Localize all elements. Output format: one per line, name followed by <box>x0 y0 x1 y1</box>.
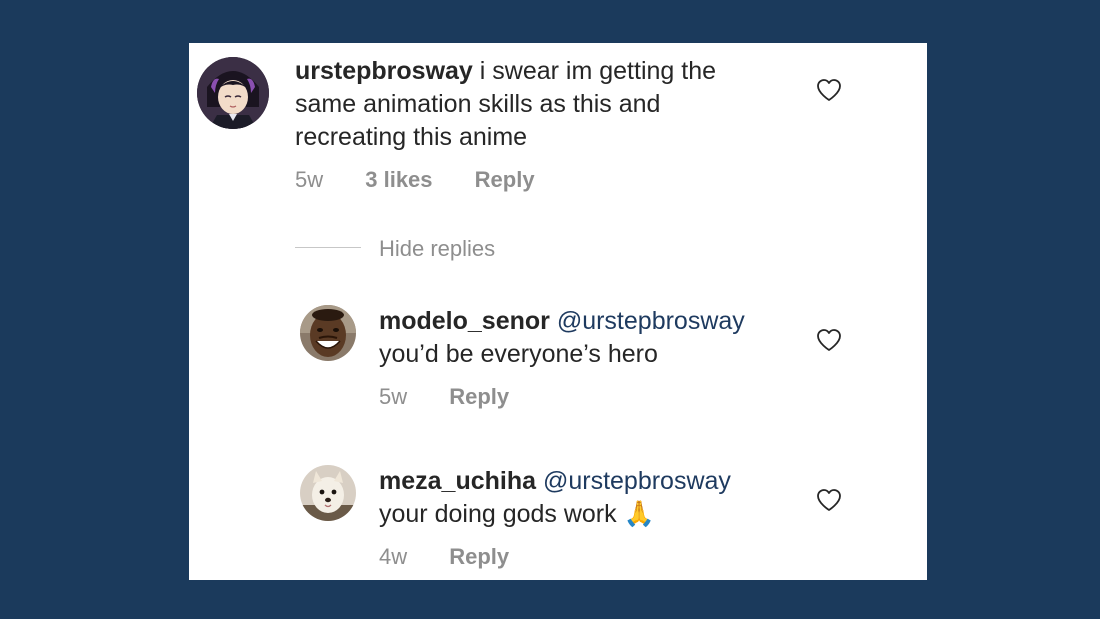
replies-divider <box>295 247 361 248</box>
reply-mention[interactable]: @urstepbrosway <box>543 467 731 495</box>
reply-age: 5w <box>379 384 408 409</box>
comment-age: 5w <box>295 167 324 192</box>
avatar-urstepbrosway[interactable] <box>197 57 269 129</box>
hide-replies-button[interactable]: Hide replies <box>379 236 495 262</box>
heart-icon[interactable] <box>816 488 842 512</box>
reply-text: you’d be everyone’s hero <box>379 340 658 368</box>
comments-panel: urstepbrosway i swear im getting the sam… <box>189 43 927 580</box>
avatar-meza-uchiha[interactable] <box>300 465 356 521</box>
reply-meta: 5w Reply <box>379 384 509 410</box>
heart-icon[interactable] <box>816 78 842 102</box>
reply-button[interactable]: Reply <box>449 544 509 570</box>
avatar-modelo-senor[interactable] <box>300 305 356 361</box>
folded-hands-emoji: 🙏 <box>623 500 655 528</box>
reply-button[interactable]: Reply <box>449 384 509 410</box>
reply-button[interactable]: Reply <box>475 167 535 193</box>
comment-meta: 5w 3 likes Reply <box>295 167 535 193</box>
reply-mention[interactable]: @urstepbrosway <box>557 307 745 335</box>
likes-count[interactable]: 3 likes <box>365 167 432 193</box>
comment-body: urstepbrosway i swear im getting the sam… <box>295 55 765 154</box>
heart-icon[interactable] <box>816 328 842 352</box>
reply-username[interactable]: meza_uchiha <box>379 467 536 495</box>
reply-body: meza_uchiha @urstepbrosway your doing go… <box>379 465 799 531</box>
reply-meta: 4w Reply <box>379 544 509 570</box>
reply-age: 4w <box>379 544 408 569</box>
reply-body: modelo_senor @urstepbrosway you’d be eve… <box>379 305 799 371</box>
reply-text: your doing gods work <box>379 500 617 528</box>
comment-username[interactable]: urstepbrosway <box>295 57 473 85</box>
reply-username[interactable]: modelo_senor <box>379 307 550 335</box>
